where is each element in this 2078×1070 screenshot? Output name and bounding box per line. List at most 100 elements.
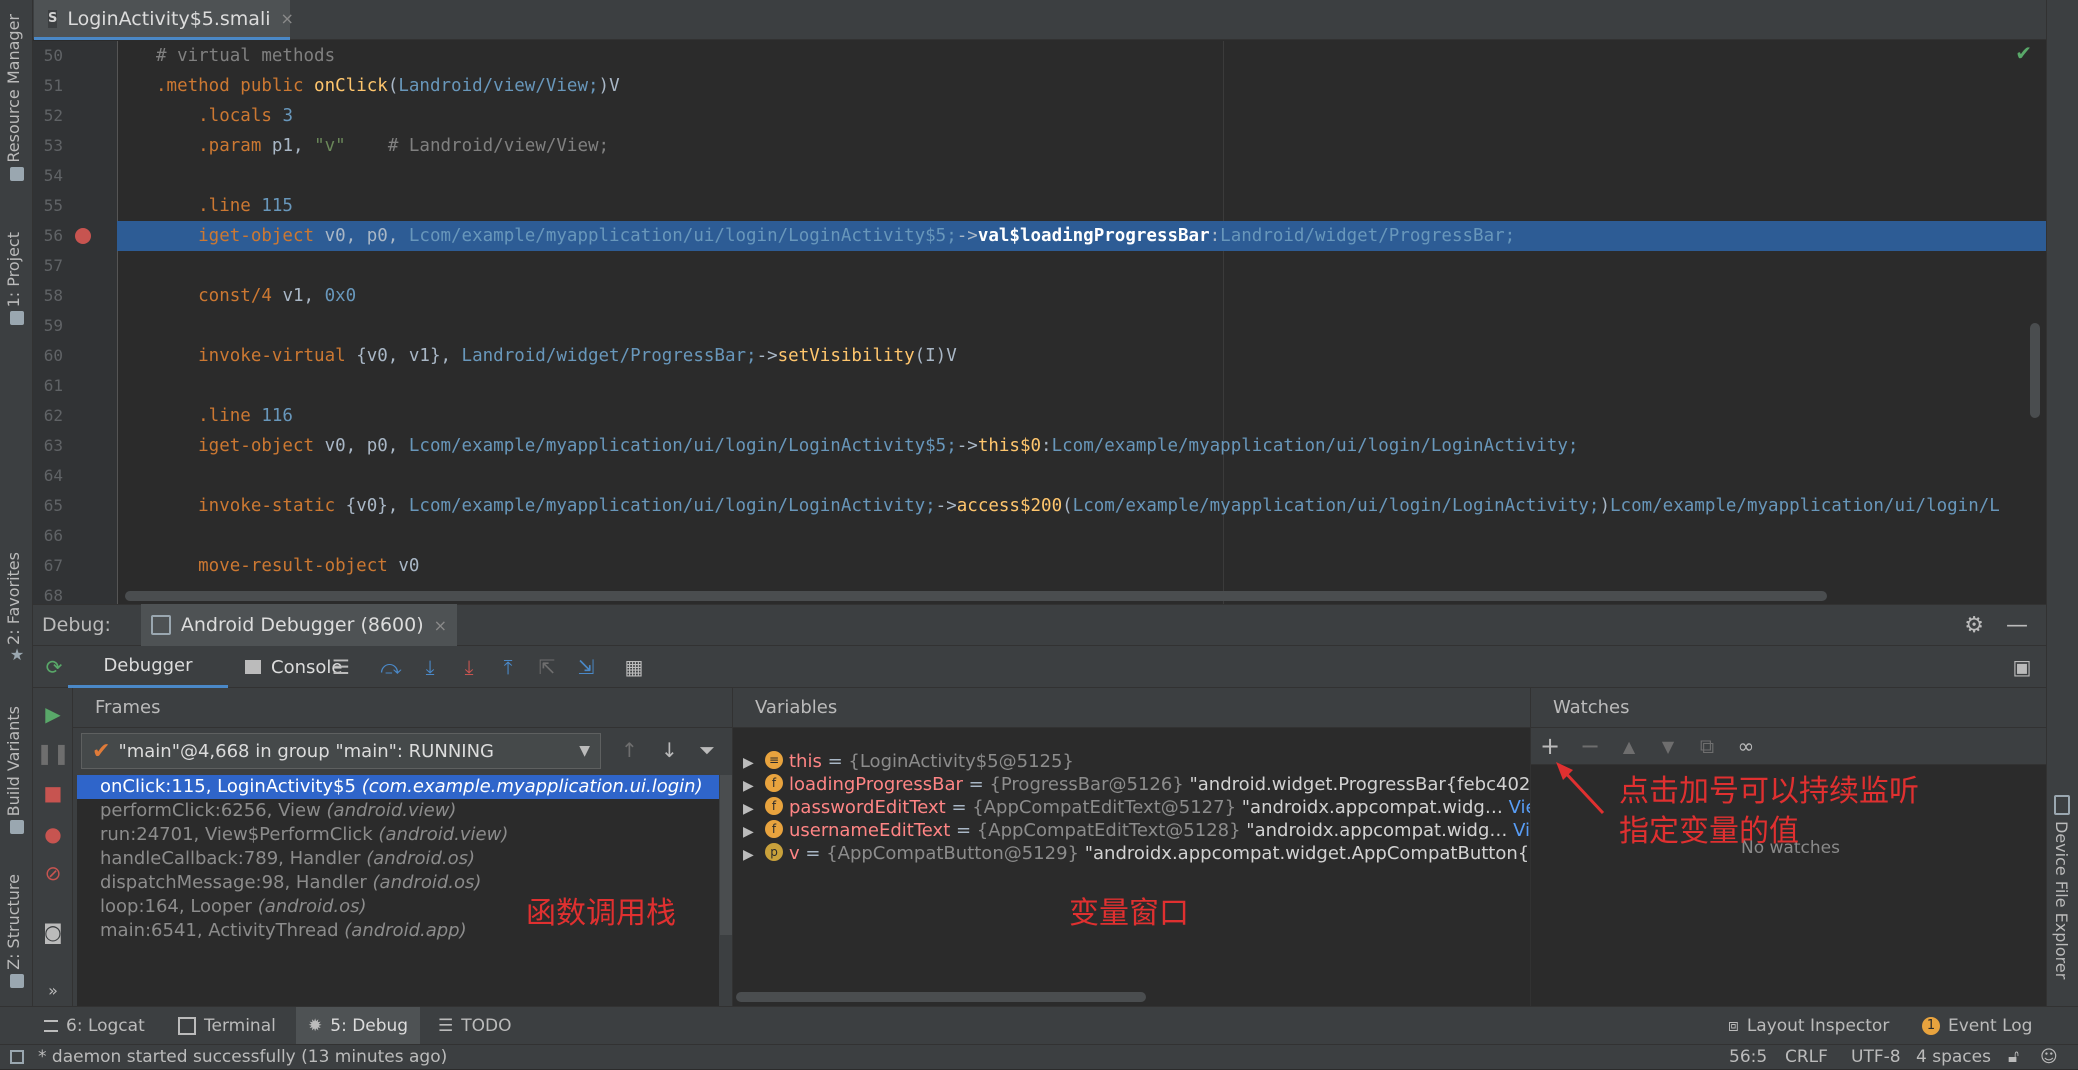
arrow-down-icon[interactable]: ↓ — [661, 738, 678, 762]
line-number-gutter[interactable]: 50 51 52 53 54 55 56 57 58 59 60 61 62 63 64 65 66 67 68 — [33, 41, 118, 604]
code-line[interactable]: .line 116 — [117, 401, 2046, 431]
terminal-tab[interactable]: Terminal — [178, 1007, 276, 1045]
variable-row[interactable]: ▶ p v = {AppCompatButton@5129} "androidx.a… — [733, 838, 1530, 869]
line-number[interactable]: 59 — [33, 311, 63, 341]
pause-icon[interactable]: ❚❚ — [36, 741, 70, 765]
line-number[interactable]: 68 — [33, 581, 63, 604]
resume-icon[interactable]: ▶ — [42, 702, 64, 726]
logcat-tab[interactable]: 6: Logcat — [44, 1007, 145, 1045]
line-number[interactable]: 55 — [33, 191, 63, 221]
frame-row[interactable]: dispatchMessage:98, Handler (android.os) — [77, 871, 719, 895]
code-editor[interactable]: 50 51 52 53 54 55 56 57 58 59 60 61 62 63 64 65 66 67 68 #… — [33, 41, 2046, 604]
code-line[interactable]: iget-object v0, p0, Lcom/example/myappli… — [117, 431, 2046, 461]
code-line[interactable]: move-result-object v0 — [117, 551, 2046, 581]
thread-select[interactable]: ✔ "main"@4,668 in group "main": RUNNING … — [81, 733, 601, 769]
layout-options-icon[interactable]: ▣ — [2011, 655, 2033, 679]
code-line[interactable]: # virtual methods — [117, 41, 2046, 71]
view-breakpoints-icon[interactable]: ● — [42, 822, 64, 846]
line-number[interactable]: 58 — [33, 281, 63, 311]
step-into-icon[interactable]: ⤓ — [419, 655, 441, 679]
arrow-up-icon[interactable]: ↑ — [621, 738, 638, 762]
favorites-tab[interactable]: 2: Favorites ★ — [4, 552, 30, 664]
editor-tab-loginactivity[interactable]: S LoginActivity$5.smali × — [34, 0, 294, 40]
event-log-tab[interactable]: 1 Event Log — [1922, 1007, 2032, 1045]
force-step-into-icon[interactable]: ⤓ — [458, 655, 480, 679]
frames-scrollbar[interactable] — [720, 775, 732, 935]
code-line[interactable] — [117, 461, 2046, 491]
line-number[interactable]: 62 — [33, 401, 63, 431]
caret-position[interactable]: 56:5 — [1729, 1045, 1767, 1070]
project-tab[interactable]: 1: Project — [4, 232, 30, 326]
frame-row[interactable]: onClick:115, LoginActivity$5 (com.exampl… — [77, 775, 719, 799]
close-icon[interactable]: × — [434, 616, 447, 635]
breakpoint-icon[interactable] — [75, 228, 91, 244]
code-line[interactable]: .line 115 — [117, 191, 2046, 221]
line-number[interactable]: 60 — [33, 341, 63, 371]
resource-manager-tab[interactable]: Resource Manager — [4, 14, 30, 181]
tab-debugger[interactable]: Debugger — [68, 646, 228, 688]
editor-horizontal-scrollbar[interactable] — [125, 591, 1827, 601]
expand-arrow-icon[interactable]: ▶ — [743, 840, 765, 871]
tab-console[interactable]: Console — [245, 646, 342, 688]
code-line[interactable] — [117, 311, 2046, 341]
stop-icon[interactable]: ■ — [42, 781, 64, 805]
line-number[interactable]: 66 — [33, 521, 63, 551]
structure-tab[interactable]: Z: Structure — [4, 874, 30, 988]
device-file-explorer-tab[interactable]: Device File Explorer — [2052, 795, 2071, 979]
code-line[interactable] — [117, 521, 2046, 551]
code-line[interactable]: .locals 3 — [117, 101, 2046, 131]
editor-vertical-scrollbar[interactable] — [2030, 323, 2040, 418]
toggle-tool-windows-icon[interactable] — [10, 1050, 24, 1064]
camera-icon[interactable]: ◙ — [42, 920, 64, 944]
line-number[interactable]: 67 — [33, 551, 63, 581]
todo-tab[interactable]: ☰ TODO — [438, 1007, 512, 1045]
line-number[interactable]: 61 — [33, 371, 63, 401]
line-number[interactable]: 51 — [33, 71, 63, 101]
frame-row[interactable]: run:24701, View$PerformClick (android.vi… — [77, 823, 719, 847]
more-icon[interactable]: » — [42, 979, 64, 1001]
line-separator[interactable]: CRLF — [1785, 1045, 1828, 1070]
inspection-ok-icon[interactable]: ✔ — [2015, 41, 2032, 65]
code-line[interactable]: .param p1, "v" # Landroid/view/View; — [117, 131, 2046, 161]
line-number[interactable]: 57 — [33, 251, 63, 281]
line-number[interactable]: 63 — [33, 431, 63, 461]
variables-horizontal-scrollbar[interactable] — [736, 992, 1146, 1002]
file-encoding[interactable]: UTF-8 — [1851, 1045, 1901, 1070]
line-number[interactable]: 53 — [33, 131, 63, 161]
frames-list[interactable]: onClick:115, LoginActivity$5 (com.exampl… — [77, 775, 719, 1006]
step-out-icon[interactable]: ⤒ — [497, 655, 519, 679]
evaluate-expression-icon[interactable]: ▦ — [623, 655, 645, 679]
minimize-icon[interactable]: — — [2006, 613, 2028, 638]
code-line[interactable]: invoke-static {v0}, Lcom/example/myappli… — [117, 491, 2046, 521]
status-message[interactable]: * daemon started successfully (13 minute… — [38, 1045, 447, 1070]
code-line[interactable] — [117, 251, 2046, 281]
debug-session-tab[interactable]: Android Debugger (8600) × — [140, 604, 458, 646]
line-number[interactable]: 52 — [33, 101, 63, 131]
menu-lines-icon[interactable]: ☰ — [330, 655, 352, 679]
code-line[interactable]: const/4 v1, 0x0 — [117, 281, 2046, 311]
step-over-icon[interactable]: ⤼ — [380, 655, 402, 679]
line-number[interactable]: 56 — [33, 221, 63, 251]
hector-icon[interactable]: ☺ — [2040, 1045, 2058, 1070]
frame-row[interactable]: performClick:6256, View (android.view) — [77, 799, 719, 823]
code-line[interactable] — [117, 371, 2046, 401]
drop-frame-icon[interactable]: ⇱ — [536, 655, 558, 679]
frame-row[interactable]: handleCallback:789, Handler (android.os) — [77, 847, 719, 871]
indent-setting[interactable]: 4 spaces — [1916, 1045, 1991, 1070]
rerun-icon[interactable]: ⟳ — [43, 655, 65, 679]
run-to-cursor-icon[interactable]: ⇲ — [575, 655, 597, 679]
debug-tool-tab[interactable]: ✹ 5: Debug — [296, 1007, 421, 1045]
code-line[interactable] — [117, 161, 2046, 191]
filter-icon[interactable]: ⏷ — [699, 738, 715, 762]
line-number[interactable]: 50 — [33, 41, 63, 71]
current-execution-line[interactable]: iget-object v0, p0, Lcom/example/myappli… — [117, 221, 2046, 251]
code-line[interactable]: .method public onClick(Landroid/view/Vie… — [117, 71, 2046, 101]
layout-inspector-tab[interactable]: ⧈ Layout Inspector — [1728, 1007, 1889, 1045]
mute-breakpoints-icon[interactable]: ⊘ — [42, 861, 64, 885]
close-icon[interactable]: × — [281, 9, 294, 28]
line-number[interactable]: 65 — [33, 491, 63, 521]
line-number[interactable]: 54 — [33, 161, 63, 191]
code-line[interactable]: invoke-virtual {v0, v1}, Landroid/widget… — [117, 341, 2046, 371]
line-number[interactable]: 64 — [33, 461, 63, 491]
lock-icon[interactable]: 🔓︎ — [2008, 1045, 2019, 1070]
